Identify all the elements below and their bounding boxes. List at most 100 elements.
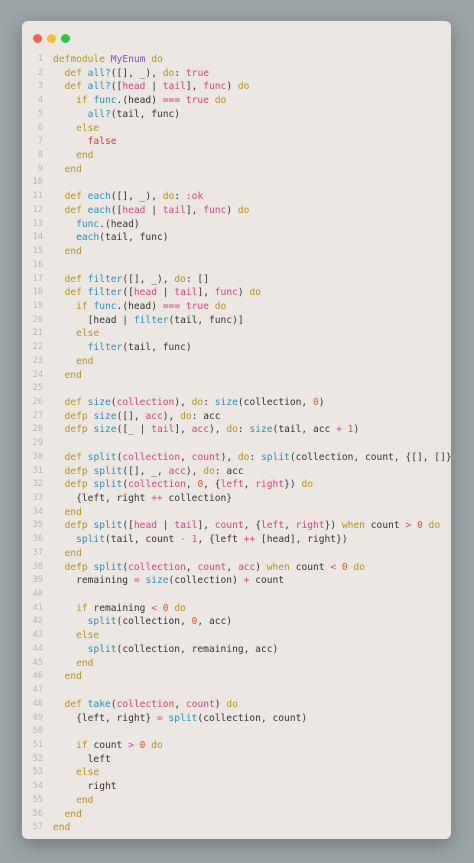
code-token: ([ bbox=[110, 81, 123, 93]
code-text: if count > 0 do bbox=[53, 739, 163, 753]
code-token: split bbox=[87, 643, 117, 655]
code-token: each bbox=[87, 204, 111, 216]
code-token: do bbox=[422, 520, 441, 532]
code-token: take bbox=[87, 698, 111, 710]
code-token: func bbox=[76, 218, 100, 230]
code-window: 1 defmodule MyEnum do 2 def all?([], _), d… bbox=[22, 21, 451, 839]
code-line: 3 def all?([head | tail], func) do bbox=[22, 80, 451, 94]
line-number: 18 bbox=[32, 287, 43, 298]
code-token: func bbox=[93, 300, 117, 312]
code-token: collection bbox=[116, 698, 175, 710]
code-text: defp split([head | tail], count, {left, … bbox=[53, 519, 441, 533]
zoom-window-button[interactable] bbox=[61, 34, 70, 43]
code-token: func bbox=[203, 81, 227, 93]
code-token: ), bbox=[174, 396, 192, 408]
minimize-window-button[interactable] bbox=[47, 34, 56, 43]
code-text: split(collection, 0, acc) bbox=[53, 615, 232, 629]
code-text: if func.(head) === true do bbox=[53, 94, 226, 108]
code-text: def each([], _), do: :ok bbox=[53, 190, 204, 204]
code-token: (tail, func) bbox=[110, 108, 181, 120]
code-token: acc bbox=[168, 465, 186, 477]
line-number: 47 bbox=[32, 685, 43, 696]
code-token: ) bbox=[237, 287, 250, 299]
code-text: end bbox=[53, 149, 93, 163]
code-token: end bbox=[76, 355, 94, 367]
code-text: end bbox=[53, 163, 82, 177]
code-line: 19 if func.(head) === true do bbox=[22, 300, 451, 314]
code-editor[interactable]: 1 defmodule MyEnum do 2 def all?([], _), d… bbox=[22, 53, 451, 835]
code-line: 48 def take(collection, count) do bbox=[22, 698, 451, 712]
line-number: 7 bbox=[37, 136, 43, 147]
code-token: count bbox=[214, 520, 244, 532]
code-token: : [] bbox=[185, 273, 209, 285]
code-token: do bbox=[237, 451, 250, 463]
code-text: func.(head) bbox=[53, 218, 140, 232]
code-token: count bbox=[93, 739, 129, 751]
line-number: 33 bbox=[32, 493, 43, 503]
code-line: 35 defp split([head | tail], count, {lef… bbox=[22, 519, 451, 533]
line-number: 10 bbox=[32, 177, 43, 188]
line-number: 28 bbox=[32, 424, 43, 435]
code-token: do bbox=[301, 479, 314, 491]
code-token: :ok bbox=[185, 191, 204, 203]
code-token: : bbox=[249, 451, 262, 463]
code-token: ), bbox=[208, 424, 227, 436]
line-number: 53 bbox=[32, 767, 43, 778]
code-line: 32 defp split(collection, 0, {left, righ… bbox=[22, 478, 451, 492]
code-token: do bbox=[208, 300, 227, 312]
code-token: right bbox=[53, 781, 117, 793]
code-token: do bbox=[162, 67, 175, 79]
code-text: def filter([], _), do: [] bbox=[53, 273, 209, 287]
line-number: 35 bbox=[32, 520, 43, 531]
code-token: collection bbox=[128, 479, 186, 491]
code-token: split bbox=[93, 479, 123, 491]
code-token: ++ bbox=[151, 493, 163, 504]
code-token: func bbox=[203, 204, 227, 216]
code-token: else bbox=[76, 630, 100, 642]
code-token: defp bbox=[64, 561, 94, 573]
code-token: (tail, count bbox=[105, 534, 181, 546]
code-text: def all?([], _), do: true bbox=[53, 67, 209, 81]
code-token: do bbox=[168, 602, 186, 614]
code-token: right bbox=[255, 479, 285, 491]
code-token: (tail, func)] bbox=[168, 314, 244, 326]
code-line: 37 end bbox=[22, 547, 451, 561]
code-token: defp bbox=[64, 465, 94, 477]
code-text: else bbox=[53, 122, 99, 136]
code-token: ], bbox=[185, 204, 204, 216]
code-line: 49 {left, right} = split(collection, cou… bbox=[22, 712, 451, 726]
code-token: , bbox=[226, 561, 238, 573]
line-number: 11 bbox=[32, 191, 43, 202]
code-token: size bbox=[93, 424, 117, 436]
code-line: 5 all?(tail, func) bbox=[22, 108, 451, 122]
code-token: split bbox=[93, 465, 123, 477]
code-token: (collection, bbox=[237, 396, 313, 408]
code-line: 43 else bbox=[22, 629, 451, 643]
code-token: do bbox=[145, 54, 163, 65]
code-token: (tail, acc bbox=[272, 424, 337, 436]
code-token: === bbox=[162, 300, 181, 312]
code-token: filter bbox=[87, 273, 123, 285]
line-number: 31 bbox=[32, 465, 43, 476]
code-line: 52 left bbox=[22, 753, 451, 767]
code-token: remaining bbox=[93, 602, 152, 614]
line-number: 57 bbox=[32, 822, 43, 833]
line-number: 36 bbox=[32, 534, 43, 545]
code-token: (collection, bbox=[116, 616, 192, 628]
close-window-button[interactable] bbox=[33, 34, 42, 43]
line-number: 39 bbox=[32, 575, 43, 586]
code-line: 45 end bbox=[22, 657, 451, 671]
line-number: 20 bbox=[32, 314, 43, 325]
code-token: count bbox=[249, 575, 285, 587]
